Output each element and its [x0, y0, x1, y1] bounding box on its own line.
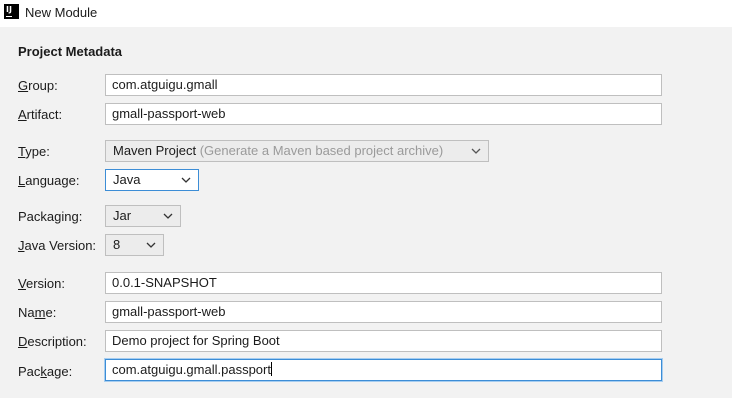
packaging-value: Jar	[113, 208, 132, 223]
packaging-label: Packaging:	[18, 209, 83, 224]
package-label: Package:	[18, 364, 73, 379]
new-module-form: Project Metadata Group: com.atguigu.gmal…	[0, 27, 732, 398]
package-value: com.atguigu.gmall.passport	[112, 362, 271, 377]
type-value: Maven Project	[113, 143, 197, 158]
java-version-label: Java Version:	[18, 238, 97, 253]
language-label: Language:	[18, 173, 80, 188]
java-version-dropdown[interactable]: 8	[105, 234, 164, 256]
package-field[interactable]: com.atguigu.gmall.passport	[105, 359, 662, 381]
language-value: Java	[113, 172, 141, 187]
language-dropdown[interactable]: Java	[105, 169, 199, 191]
title-bar: IJ New Module	[0, 0, 732, 27]
artifact-label: Artifact:	[18, 107, 63, 122]
version-field[interactable]: 0.0.1-SNAPSHOT	[105, 272, 662, 294]
java-version-value: 8	[113, 237, 121, 252]
chevron-down-icon	[471, 148, 481, 154]
intellij-icon: IJ	[4, 4, 19, 19]
description-field[interactable]: Demo project for Spring Boot	[105, 330, 662, 352]
group-label: Group:	[18, 78, 58, 93]
type-label: Type:	[18, 144, 50, 159]
packaging-dropdown[interactable]: Jar	[105, 205, 181, 227]
text-caret	[270, 362, 272, 376]
window-title: New Module	[25, 5, 98, 20]
chevron-down-icon	[146, 242, 156, 248]
description-label: Description:	[18, 334, 87, 349]
version-label: Version:	[18, 276, 65, 291]
group-field[interactable]: com.atguigu.gmall	[105, 74, 662, 96]
type-dropdown[interactable]: Maven Project (Generate a Maven based pr…	[105, 140, 489, 162]
chevron-down-icon	[163, 213, 173, 219]
artifact-field[interactable]: gmall-passport-web	[105, 103, 662, 125]
type-hint: (Generate a Maven based project archive)	[199, 143, 444, 158]
chevron-down-icon	[181, 177, 191, 183]
name-field[interactable]: gmall-passport-web	[105, 301, 662, 323]
name-label: Name:	[18, 305, 57, 320]
section-title: Project Metadata	[18, 44, 123, 59]
